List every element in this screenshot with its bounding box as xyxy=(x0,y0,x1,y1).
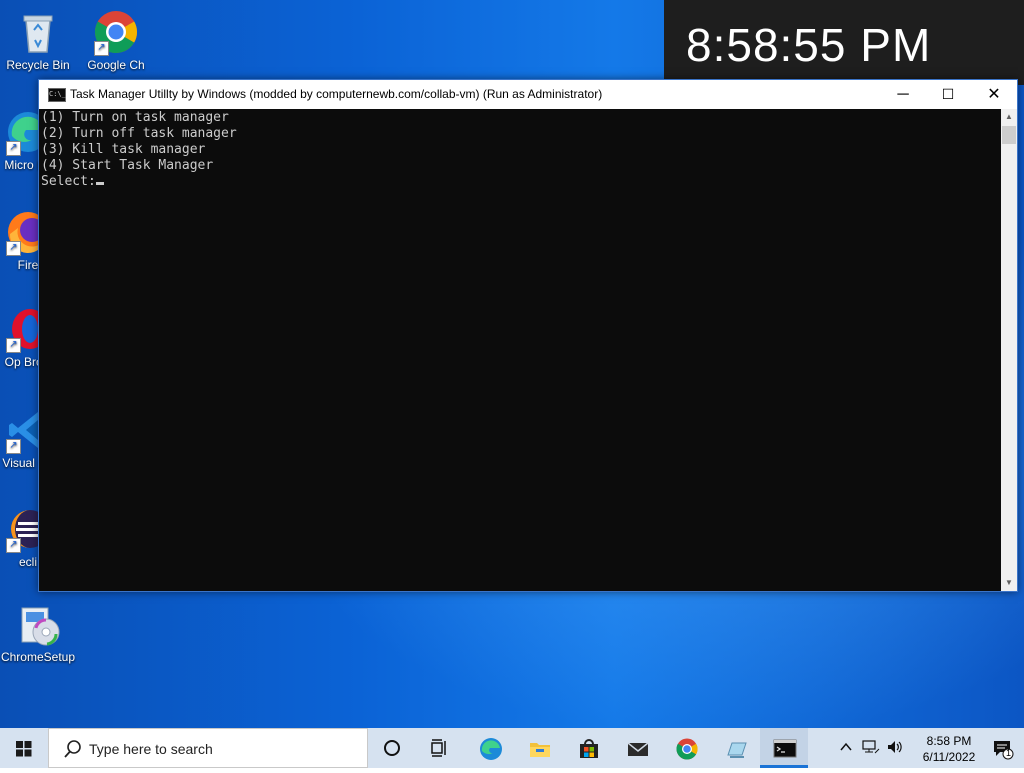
recycle-bin-icon xyxy=(14,8,62,56)
console-window-title: Task Manager Utillty by Windows (modded … xyxy=(70,87,603,101)
text-cursor xyxy=(95,182,104,185)
task-view-icon xyxy=(431,739,446,757)
desktop-icon-label: ChromeSetup xyxy=(0,650,76,664)
desktop-icon-google-chrome[interactable]: ↗ Google Ch xyxy=(78,8,154,72)
notification-center-button[interactable]: 1 xyxy=(992,738,1014,760)
taskbar-task-view-button[interactable] xyxy=(416,728,464,768)
windows-logo-icon xyxy=(16,741,32,757)
search-placeholder: Type here to search xyxy=(89,741,213,757)
taskbar-clock[interactable]: 8:58 PM 6/11/2022 xyxy=(911,733,987,765)
desktop-clock-widget: 8:58:55 PM xyxy=(664,0,1024,85)
console-line: (2) Turn off task manager xyxy=(41,126,237,141)
taskbar-edge-button[interactable] xyxy=(466,728,514,768)
folder-icon xyxy=(530,743,550,757)
edge-icon xyxy=(480,738,502,760)
shortcut-arrow-icon: ↗ xyxy=(6,338,21,353)
system-tray: 8:58 PM 6/11/2022 1 xyxy=(836,728,1024,768)
shortcut-arrow-icon: ↗ xyxy=(6,141,21,156)
network-icon[interactable] xyxy=(862,739,880,755)
taskbar-chrome-button[interactable] xyxy=(662,728,710,768)
taskbar-cortana-button[interactable] xyxy=(368,728,416,768)
taskbar-search-box[interactable]: Type here to search xyxy=(48,728,368,768)
vertical-scrollbar[interactable]: ▲ ▼ xyxy=(1001,109,1017,591)
notepad-app-icon xyxy=(727,742,747,758)
mail-icon xyxy=(627,742,649,756)
taskbar-mail-button[interactable] xyxy=(613,728,661,768)
chrome-icon xyxy=(676,738,698,760)
desktop-icon-label: Google Ch xyxy=(87,58,145,72)
shortcut-arrow-icon: ↗ xyxy=(94,41,109,56)
console-line: (1) Turn on task manager xyxy=(41,110,229,125)
minimize-button[interactable]: ─ xyxy=(880,80,926,109)
desktop-icon-chromesetup[interactable]: ChromeSetup xyxy=(0,600,76,664)
search-icon xyxy=(64,740,81,758)
console-prompt-line[interactable]: Select: xyxy=(41,174,999,190)
scrollbar-thumb[interactable] xyxy=(1002,126,1016,144)
maximize-button[interactable]: ☐ xyxy=(925,80,971,109)
console-line: (3) Kill task manager xyxy=(41,142,206,157)
shortcut-arrow-icon: ↗ xyxy=(6,439,21,454)
close-button[interactable]: ✕ xyxy=(971,80,1017,109)
desktop-icon-label: Recycle Bin xyxy=(6,58,70,72)
chevron-up-icon[interactable] xyxy=(840,741,852,753)
command-prompt-icon xyxy=(773,739,797,758)
console-line: (4) Start Task Manager xyxy=(41,158,214,173)
cortana-icon xyxy=(384,740,400,756)
store-icon xyxy=(580,739,598,758)
shortcut-arrow-icon: ↗ xyxy=(6,241,21,256)
desktop-icon-recycle-bin[interactable]: Recycle Bin xyxy=(0,8,76,72)
taskbar-time: 8:58 PM xyxy=(926,734,972,748)
notification-count: 1 xyxy=(1005,748,1011,758)
scroll-up-arrow-icon[interactable]: ▲ xyxy=(1001,109,1017,125)
command-prompt-icon: C:\_ xyxy=(48,88,66,102)
console-title-bar[interactable]: C:\_ Task Manager Utillty by Windows (mo… xyxy=(39,80,1017,109)
console-output[interactable]: (1) Turn on task manager (2) Turn off tas… xyxy=(39,109,999,591)
start-button[interactable] xyxy=(0,728,48,768)
volume-icon[interactable] xyxy=(886,739,904,755)
console-prompt: Select: xyxy=(41,174,96,189)
scroll-down-arrow-icon[interactable]: ▼ xyxy=(1001,575,1017,591)
taskbar-console-button[interactable] xyxy=(760,728,808,768)
taskbar-app-button[interactable] xyxy=(711,728,759,768)
taskbar: Type here to search 8:58 PM 6/11/2022 1 xyxy=(0,728,1024,768)
console-window[interactable]: C:\_ Task Manager Utillty by Windows (mo… xyxy=(38,79,1018,592)
shortcut-arrow-icon: ↗ xyxy=(6,538,21,553)
installer-icon xyxy=(14,600,62,648)
desktop: 8:58:55 PM Recycle Bin ↗ Google Ch ↗ Mic… xyxy=(0,0,1024,728)
taskbar-file-explorer-button[interactable] xyxy=(515,728,563,768)
taskbar-date: 6/11/2022 xyxy=(922,750,976,764)
taskbar-store-button[interactable] xyxy=(564,728,612,768)
chrome-icon: ↗ xyxy=(92,8,140,56)
desktop-clock-text: 8:58:55 PM xyxy=(686,19,932,71)
